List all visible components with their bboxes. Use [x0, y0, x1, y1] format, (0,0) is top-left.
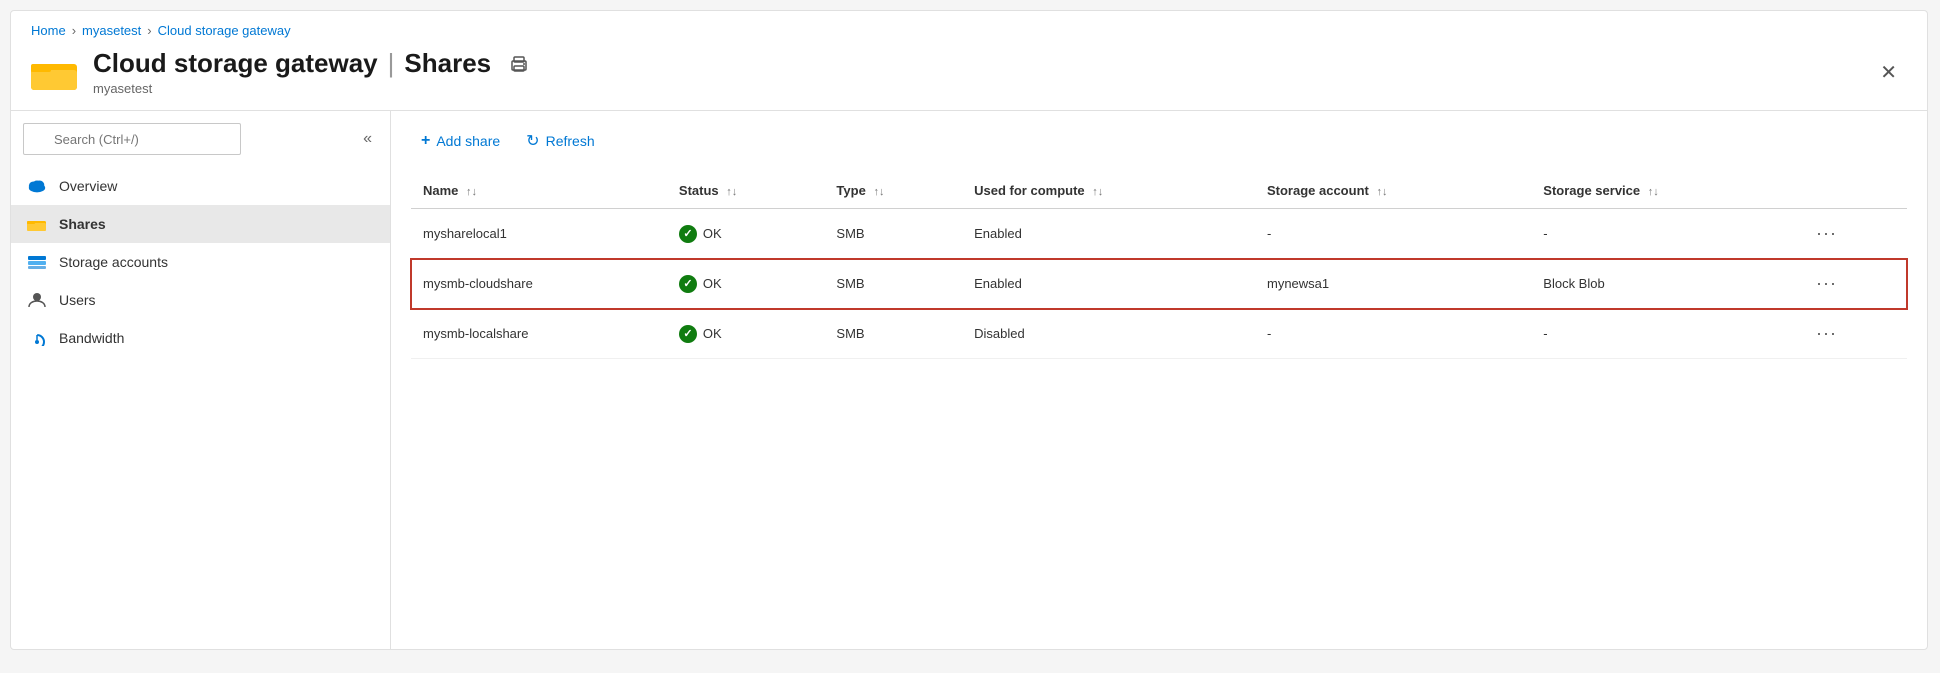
cell-storage-service: Block Blob — [1531, 259, 1798, 309]
row-ellipsis-button[interactable]: ··· — [1810, 321, 1843, 346]
breadcrumb-myasetest[interactable]: myasetest — [82, 23, 141, 38]
body-layout: 🔍 « Overview — [11, 110, 1927, 649]
refresh-label: Refresh — [546, 133, 595, 149]
title-left: Cloud storage gateway | Shares myasetest — [31, 48, 537, 96]
cloud-icon — [27, 176, 47, 196]
page-title: Cloud storage gateway | Shares — [93, 48, 537, 79]
cell-status: ✓ OK — [667, 209, 825, 259]
sort-icon-compute: ↑↓ — [1092, 186, 1103, 198]
sort-icon-status: ↑↓ — [726, 186, 737, 198]
sidebar-item-shares[interactable]: Shares — [11, 205, 390, 243]
search-input[interactable] — [23, 123, 241, 155]
search-wrapper: 🔍 — [23, 123, 349, 155]
status-label: OK — [703, 276, 722, 291]
sidebar-item-overview[interactable]: Overview — [11, 167, 390, 205]
table-body: mysharelocal1 ✓ OK SMB Enabled - - ··· m… — [411, 209, 1907, 359]
refresh-icon: ↻ — [526, 131, 539, 151]
check-mark: ✓ — [683, 327, 692, 340]
main-container: Home › myasetest › Cloud storage gateway… — [10, 10, 1928, 650]
table-row[interactable]: mysharelocal1 ✓ OK SMB Enabled - - ··· — [411, 209, 1907, 259]
add-icon: + — [421, 132, 430, 150]
cell-name: mysharelocal1 — [411, 209, 667, 259]
breadcrumb-sep1: › — [72, 23, 76, 38]
cell-name: mysmb-cloudshare — [411, 259, 667, 309]
sidebar-label-users: Users — [59, 292, 96, 308]
sidebar-label-shares: Shares — [59, 216, 106, 232]
cell-storage-account: - — [1255, 209, 1531, 259]
cell-storage-service: - — [1531, 209, 1798, 259]
refresh-button[interactable]: ↻ Refresh — [516, 125, 604, 157]
table-row[interactable]: mysmb-cloudshare ✓ OK SMB Enabled mynews… — [411, 259, 1907, 309]
subtitle: myasetest — [93, 81, 537, 96]
title-bar: Cloud storage gateway | Shares myasetest — [11, 42, 1927, 110]
pipe-separator: | — [388, 48, 395, 79]
title-section: Shares — [404, 48, 491, 79]
col-used-for-compute[interactable]: Used for compute ↑↓ — [962, 173, 1255, 209]
main-content: + Add share ↻ Refresh Name ↑↓ — [391, 111, 1927, 649]
cell-type: SMB — [824, 309, 962, 359]
cell-used-for-compute: Enabled — [962, 209, 1255, 259]
collapse-button[interactable]: « — [357, 126, 378, 152]
shares-table: Name ↑↓ Status ↑↓ Type ↑↓ Used for com — [411, 173, 1907, 359]
sort-icon-type: ↑↓ — [873, 186, 884, 198]
search-bar: 🔍 « — [23, 123, 378, 155]
status-label: OK — [703, 326, 722, 341]
col-storage-account[interactable]: Storage account ↑↓ — [1255, 173, 1531, 209]
cell-actions: ··· — [1798, 209, 1907, 259]
cell-status: ✓ OK — [667, 259, 825, 309]
sidebar-item-storage-accounts[interactable]: Storage accounts — [11, 243, 390, 281]
cell-actions: ··· — [1798, 259, 1907, 309]
add-share-label: Add share — [436, 133, 500, 149]
cell-storage-account: - — [1255, 309, 1531, 359]
row-ellipsis-button[interactable]: ··· — [1810, 271, 1843, 296]
cell-used-for-compute: Disabled — [962, 309, 1255, 359]
user-icon — [27, 290, 47, 310]
sidebar: 🔍 « Overview — [11, 111, 391, 649]
breadcrumb: Home › myasetest › Cloud storage gateway — [11, 11, 1927, 42]
table-header: Name ↑↓ Status ↑↓ Type ↑↓ Used for com — [411, 173, 1907, 209]
status-ok-icon: ✓ — [679, 325, 697, 343]
sidebar-item-bandwidth[interactable]: Bandwidth — [11, 319, 390, 357]
sidebar-label-storage-accounts: Storage accounts — [59, 254, 168, 270]
row-ellipsis-button[interactable]: ··· — [1810, 221, 1843, 246]
title-main: Cloud storage gateway — [93, 48, 378, 79]
storage-icon — [27, 252, 47, 272]
status-label: OK — [703, 226, 722, 241]
col-status[interactable]: Status ↑↓ — [667, 173, 825, 209]
status-ok-icon: ✓ — [679, 225, 697, 243]
bandwidth-icon — [27, 328, 47, 348]
close-button[interactable]: ✕ — [1870, 56, 1907, 89]
folder-icon — [31, 52, 79, 92]
cell-type: SMB — [824, 259, 962, 309]
cell-storage-account: mynewsa1 — [1255, 259, 1531, 309]
shares-folder-icon — [27, 214, 47, 234]
breadcrumb-current: Cloud storage gateway — [158, 23, 291, 38]
cell-storage-service: - — [1531, 309, 1798, 359]
cell-status: ✓ OK — [667, 309, 825, 359]
print-button[interactable] — [501, 50, 537, 78]
toolbar: + Add share ↻ Refresh — [411, 125, 1907, 157]
sort-icon-storage-service: ↑↓ — [1648, 186, 1659, 198]
table-row[interactable]: mysmb-localshare ✓ OK SMB Disabled - - ·… — [411, 309, 1907, 359]
breadcrumb-sep2: › — [147, 23, 151, 38]
sidebar-label-bandwidth: Bandwidth — [59, 330, 124, 346]
check-mark: ✓ — [683, 227, 692, 240]
breadcrumb-home[interactable]: Home — [31, 23, 66, 38]
col-actions — [1798, 173, 1907, 209]
cell-used-for-compute: Enabled — [962, 259, 1255, 309]
status-ok-icon: ✓ — [679, 275, 697, 293]
col-storage-service[interactable]: Storage service ↑↓ — [1531, 173, 1798, 209]
sidebar-label-overview: Overview — [59, 178, 117, 194]
sort-icon-name: ↑↓ — [466, 186, 477, 198]
cell-type: SMB — [824, 209, 962, 259]
add-share-button[interactable]: + Add share — [411, 126, 510, 156]
title-text-group: Cloud storage gateway | Shares myasetest — [93, 48, 537, 96]
cell-actions: ··· — [1798, 309, 1907, 359]
col-name[interactable]: Name ↑↓ — [411, 173, 667, 209]
check-mark: ✓ — [683, 277, 692, 290]
col-type[interactable]: Type ↑↓ — [824, 173, 962, 209]
sort-icon-storage-account: ↑↓ — [1376, 186, 1387, 198]
cell-name: mysmb-localshare — [411, 309, 667, 359]
sidebar-item-users[interactable]: Users — [11, 281, 390, 319]
